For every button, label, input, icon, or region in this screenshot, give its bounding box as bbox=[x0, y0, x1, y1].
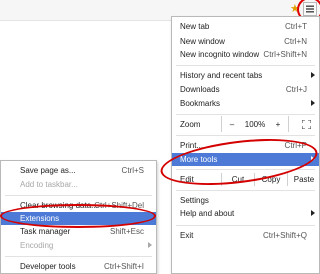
submenu-arrow-icon bbox=[148, 242, 152, 248]
menu-item-print[interactable]: Print... Ctrl+P bbox=[172, 139, 319, 152]
menu-item-shortcut: Ctrl+S bbox=[121, 166, 144, 175]
submenu-arrow-icon bbox=[311, 156, 315, 162]
menu-item-edit: Edit Cut Copy Paste bbox=[172, 173, 319, 186]
submenu-arrow-icon bbox=[311, 100, 315, 106]
menu-item-new-incognito-window[interactable]: New incognito window Ctrl+Shift+N bbox=[172, 48, 319, 61]
menu-item-add-to-taskbar: Add to taskbar... bbox=[1, 178, 156, 191]
menu-item-label: Clear browsing data... bbox=[20, 201, 98, 210]
menu-item-label: Print... bbox=[180, 141, 204, 150]
menu-item-shortcut: Shift+Esc bbox=[109, 227, 144, 236]
paste-button[interactable]: Paste bbox=[287, 173, 320, 186]
menu-item-settings[interactable]: Settings bbox=[172, 194, 319, 207]
menu-item-shortcut: Ctrl+Shift+I bbox=[103, 262, 144, 271]
menu-item-shortcut: Ctrl+T bbox=[285, 22, 307, 31]
menu-item-label: Save page as... bbox=[20, 166, 76, 175]
more-tools-submenu: Save page as... Ctrl+S Add to taskbar...… bbox=[0, 160, 157, 274]
menu-item-task-manager[interactable]: Task manager Shift+Esc bbox=[1, 225, 156, 238]
menu-separator bbox=[176, 190, 315, 191]
menu-item-label: Add to taskbar... bbox=[20, 180, 78, 189]
menu-separator bbox=[176, 169, 315, 170]
fullscreen-icon[interactable] bbox=[302, 120, 311, 129]
menu-item-shortcut: Ctrl+Shift+Del bbox=[94, 201, 144, 210]
menu-item-label: New tab bbox=[180, 22, 210, 31]
menu-item-clear-browsing-data[interactable]: Clear browsing data... Ctrl+Shift+Del bbox=[1, 199, 156, 212]
menu-item-save-page[interactable]: Save page as... Ctrl+S bbox=[1, 164, 156, 177]
copy-button[interactable]: Copy bbox=[254, 173, 287, 186]
menu-item-downloads[interactable]: Downloads Ctrl+J bbox=[172, 83, 319, 96]
menu-item-shortcut: Ctrl+P bbox=[284, 141, 307, 150]
edit-label: Edit bbox=[180, 175, 194, 184]
chrome-menu-button[interactable] bbox=[303, 2, 317, 16]
menu-item-developer-tools[interactable]: Developer tools Ctrl+Shift+I bbox=[1, 260, 156, 273]
menu-item-label: Downloads bbox=[180, 85, 220, 94]
menu-item-exit[interactable]: Exit Ctrl+Shift+Q bbox=[172, 229, 319, 242]
menu-item-more-tools[interactable]: More tools bbox=[172, 153, 319, 166]
zoom-out-button[interactable]: – bbox=[226, 118, 238, 131]
zoom-label: Zoom bbox=[180, 120, 201, 129]
menu-item-help[interactable]: Help and about bbox=[172, 207, 319, 220]
menu-item-encoding: Encoding bbox=[1, 239, 156, 252]
menu-item-shortcut: Ctrl+N bbox=[284, 37, 307, 46]
chrome-main-menu: New tab Ctrl+T New window Ctrl+N New inc… bbox=[171, 16, 320, 274]
menu-item-label: New incognito window bbox=[180, 50, 260, 59]
menu-item-label: Exit bbox=[180, 231, 194, 240]
menu-item-shortcut: Ctrl+J bbox=[285, 85, 307, 94]
zoom-divider bbox=[288, 116, 289, 132]
menu-item-new-window[interactable]: New window Ctrl+N bbox=[172, 35, 319, 48]
menu-separator bbox=[176, 65, 315, 66]
menu-item-label: Developer tools bbox=[20, 262, 76, 271]
menu-item-label: History and recent tabs bbox=[180, 71, 263, 80]
menu-item-label: New window bbox=[180, 37, 225, 46]
menu-separator bbox=[176, 135, 315, 136]
cut-button[interactable]: Cut bbox=[221, 173, 254, 186]
menu-separator bbox=[176, 225, 315, 226]
submenu-arrow-icon bbox=[311, 72, 315, 78]
menu-item-label: Encoding bbox=[20, 241, 54, 250]
menu-item-label: Bookmarks bbox=[180, 99, 221, 108]
submenu-arrow-icon bbox=[311, 210, 315, 216]
menu-item-new-tab[interactable]: New tab Ctrl+T bbox=[172, 20, 319, 33]
menu-separator bbox=[176, 114, 315, 115]
zoom-divider bbox=[221, 116, 222, 132]
menu-item-label: Help and about bbox=[180, 209, 235, 218]
zoom-level: 100% bbox=[244, 120, 266, 129]
menu-separator bbox=[5, 195, 152, 196]
menu-item-shortcut: Ctrl+Shift+N bbox=[263, 50, 307, 59]
menu-item-history[interactable]: History and recent tabs bbox=[172, 69, 319, 82]
menu-item-shortcut: Ctrl+Shift+Q bbox=[262, 231, 307, 240]
menu-item-label: More tools bbox=[180, 155, 218, 164]
zoom-in-button[interactable]: + bbox=[272, 118, 284, 131]
menu-item-zoom: Zoom – 100% + bbox=[172, 116, 319, 132]
menu-item-bookmarks[interactable]: Bookmarks bbox=[172, 97, 319, 110]
star-icon[interactable]: ★ bbox=[290, 3, 300, 15]
hamburger-menu-icon bbox=[306, 5, 314, 13]
menu-separator bbox=[5, 256, 152, 257]
menu-item-label: Extensions bbox=[20, 214, 60, 223]
menu-item-label: Settings bbox=[180, 196, 209, 205]
menu-item-label: Task manager bbox=[20, 227, 71, 236]
menu-item-extensions[interactable]: Extensions bbox=[1, 212, 156, 225]
